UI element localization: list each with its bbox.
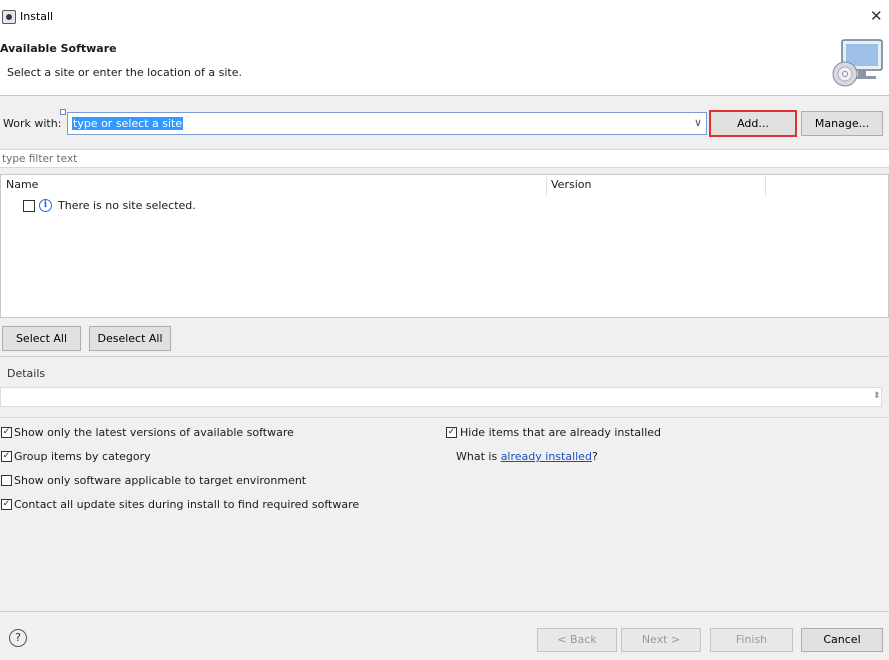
next-button[interactable]: Next > [621,628,701,652]
column-divider [546,176,547,196]
title-bar [0,0,889,36]
target-environment-label[interactable]: Show only software applicable to target … [14,474,306,487]
already-installed-link[interactable]: already installed [501,450,592,463]
install-software-icon [832,39,883,87]
software-table[interactable] [0,174,889,318]
latest-versions-label[interactable]: Show only the latest versions of availab… [14,426,294,439]
group-by-category-checkbox[interactable]: ✓ [1,451,12,462]
row-checkbox[interactable] [23,200,35,212]
hide-installed-checkbox[interactable]: ✓ [446,427,457,438]
contact-update-sites-label[interactable]: Contact all update sites during install … [14,498,359,511]
content-assist-decoration [60,109,66,115]
separator [0,417,889,418]
deselect-all-button[interactable]: Deselect All [89,326,171,351]
column-divider [765,176,766,196]
finish-button[interactable]: Finish [710,628,793,652]
column-header-version[interactable]: Version [551,178,591,191]
footer-separator [0,611,889,612]
column-header-name[interactable]: Name [6,178,38,191]
latest-versions-checkbox[interactable]: ✓ [1,427,12,438]
table-row-label: There is no site selected. [58,199,196,212]
back-button[interactable]: < Back [537,628,617,652]
what-is-suffix: ? [591,450,598,463]
add-button[interactable]: Add... [709,110,797,137]
page-title: Available Software [0,42,117,55]
what-is-installed-text: What is already installed? [456,450,598,463]
group-by-category-label[interactable]: Group items by category [14,450,151,463]
close-icon[interactable]: ✕ [870,7,883,25]
separator [0,356,889,357]
info-icon: i [39,199,52,212]
hide-installed-label[interactable]: Hide items that are already installed [460,426,661,439]
details-text-area[interactable] [0,387,882,407]
contact-update-sites-checkbox[interactable]: ✓ [1,499,12,510]
target-environment-checkbox[interactable] [1,475,12,486]
help-icon[interactable]: ? [9,629,27,647]
what-is-prefix: What is [456,450,498,463]
spinner-arrows-icon[interactable]: ⬍ [873,391,881,401]
manage-button[interactable]: Manage... [801,111,883,136]
select-all-button[interactable]: Select All [2,326,81,351]
details-label: Details [7,367,46,380]
work-with-combo[interactable]: type or select a site ∨ [67,112,707,135]
cancel-button[interactable]: Cancel [801,628,883,652]
eclipse-app-icon [2,10,16,24]
filter-input[interactable]: type filter text [0,149,889,168]
filter-placeholder: type filter text [2,153,78,165]
work-with-combo-text[interactable]: type or select a site [72,117,184,130]
work-with-label: Work with: [3,117,62,130]
window-title: Install [20,10,54,23]
chevron-down-icon[interactable]: ∨ [694,116,702,129]
page-description: Select a site or enter the location of a… [7,66,243,79]
